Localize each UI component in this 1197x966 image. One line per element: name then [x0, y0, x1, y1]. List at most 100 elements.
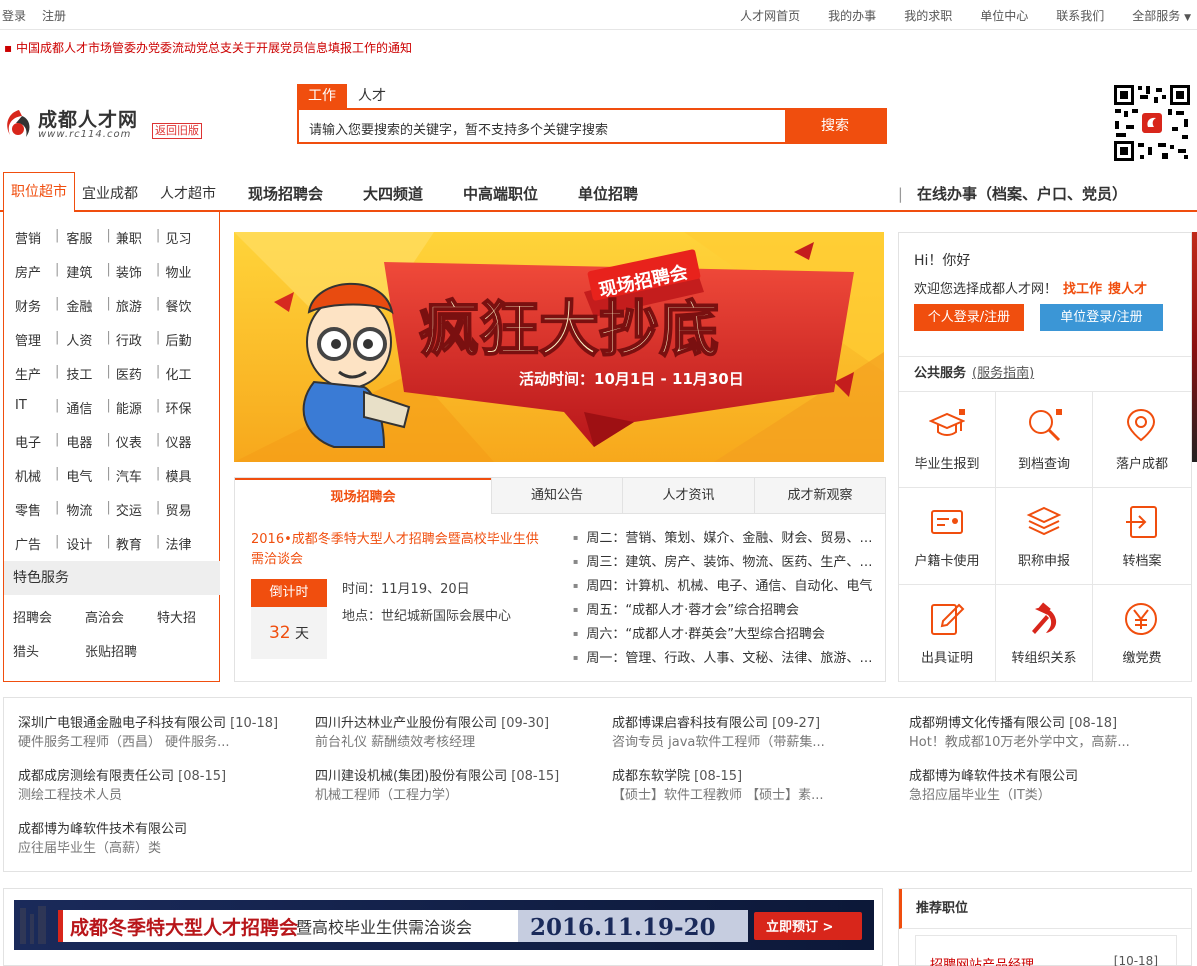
category-link[interactable]: 生产 | — [15, 364, 66, 398]
search-tab-job[interactable]: 工作 — [297, 84, 347, 108]
recommend-item[interactable]: 招聘网站产品经理 [10-18] — [915, 935, 1177, 966]
service-title-apply[interactable]: 职称申报 — [996, 488, 1093, 585]
featured-fair-link[interactable]: 招聘会 — [13, 607, 85, 626]
category-link[interactable]: 金融 | — [66, 296, 116, 330]
nav-item-talent-market[interactable]: 人才超市 — [160, 183, 216, 204]
service-graduate-report[interactable]: 毕业生报到 — [899, 391, 996, 488]
tab-notices[interactable]: 通知公告 — [491, 478, 622, 513]
notice-link[interactable]: ▪ 中国成都人才市场管委办党委流动党总支关于开展党员信息填报工作的通知 — [4, 39, 412, 56]
category-link[interactable]: 电器 | — [66, 432, 116, 466]
category-link[interactable]: 环保 — [165, 398, 215, 432]
company-item[interactable]: 成都博为峰软件技术有限公司 急招应届毕业生（IT类） — [909, 767, 1078, 805]
category-link[interactable]: 人资 | — [66, 330, 116, 364]
top-link-my-affairs[interactable]: 我的办事 — [828, 7, 876, 24]
event-title-link[interactable]: 2016•成都冬季特大型人才招聘会暨高校毕业生供需洽谈会 — [251, 530, 551, 570]
company-item[interactable]: 四川升达林业产业股份有限公司 [09-30] 前台礼仪 薪酬绩效考核经理 — [315, 714, 549, 752]
category-link[interactable]: 能源 | — [116, 398, 166, 432]
service-file-query[interactable]: 到档查询 — [996, 391, 1093, 488]
login-link[interactable]: 登录 — [2, 7, 26, 24]
tab-talent-news[interactable]: 人才资讯 — [622, 478, 754, 513]
search-tab-talent[interactable]: 人才 — [347, 84, 397, 108]
category-link[interactable]: 房产 | — [15, 262, 66, 296]
category-link[interactable]: 电气 | — [66, 466, 116, 500]
schedule-item[interactable]: 周一：管理、行政、人事、文秘、法律、旅游、餐饮 — [573, 647, 873, 671]
featured-gaoqia-link[interactable]: 高洽会 — [85, 607, 157, 626]
category-link[interactable]: 物流 | — [66, 500, 116, 534]
service-household-card[interactable]: 户籍卡使用 — [899, 488, 996, 585]
find-job-link[interactable]: 找工作 — [1063, 282, 1102, 297]
category-link[interactable]: 仪表 | — [116, 432, 166, 466]
tab-onsite-fair[interactable]: 现场招聘会 — [235, 478, 491, 515]
category-link[interactable]: 零售 | — [15, 500, 66, 534]
category-link[interactable]: IT | — [15, 398, 66, 432]
service-party-transfer[interactable]: 转组织关系 — [996, 585, 1093, 682]
company-item[interactable]: 成都博为峰软件技术有限公司 应往届毕业生（高薪）类 — [18, 820, 187, 858]
category-link[interactable]: 物业 — [165, 262, 215, 296]
service-transfer-file[interactable]: 转档案 — [1093, 488, 1191, 585]
featured-headhunter-link[interactable]: 猎头 — [13, 641, 85, 660]
company-login-button[interactable]: 单位登录/注册 — [1040, 304, 1163, 331]
company-item[interactable]: 四川建设机械(集团)股份有限公司 [08-15] 机械工程师（工程力学） — [315, 767, 559, 805]
service-settle-chengdu[interactable]: 落户成都 — [1093, 391, 1191, 488]
featured-super-fair-link[interactable]: 特大招 — [157, 607, 229, 626]
schedule-item[interactable]: 周五：“成都人才·蓉才会”综合招聘会 — [573, 599, 873, 623]
category-link[interactable]: 客服 | — [66, 228, 116, 262]
category-link[interactable]: 通信 | — [66, 398, 116, 432]
category-link[interactable]: 兼职 | — [116, 228, 166, 262]
service-guide-link[interactable]: (服务指南) — [972, 366, 1034, 381]
category-link[interactable]: 交运 | — [116, 500, 166, 534]
top-link-all-services[interactable]: 全部服务 ▼ — [1132, 7, 1191, 24]
schedule-item[interactable]: 周三：建筑、房产、装饰、物流、医药、生产、制造 — [573, 551, 873, 575]
promo-banner[interactable]: 现场招聘会 疯狂大抄底 活动时间：10月1日 - 11月30日 — [234, 232, 884, 462]
company-item[interactable]: 成都东软学院 [08-15] 【硕士】软件工程教师 【硕士】素... — [612, 767, 824, 805]
nav-job-market-tab[interactable]: 职位超市 — [3, 172, 75, 212]
featured-post-job-link[interactable]: 张贴招聘 — [85, 641, 157, 660]
category-link[interactable]: 装饰 | — [116, 262, 166, 296]
top-link-my-jobs[interactable]: 我的求职 — [904, 7, 952, 24]
register-link[interactable]: 注册 — [42, 7, 66, 24]
service-certificate[interactable]: 出具证明 — [899, 585, 996, 682]
tab-growth-observe[interactable]: 成才新观察 — [754, 478, 885, 513]
category-link[interactable]: 营销 | — [15, 228, 66, 262]
schedule-item[interactable]: 周六：“成都人才·群英会”大型综合招聘会 — [573, 623, 873, 647]
category-link[interactable]: 行政 | — [116, 330, 166, 364]
service-party-fee[interactable]: 缴党费 — [1093, 585, 1191, 682]
search-input[interactable]: 请输入您要搜索的关键字，暂不支持多个关键字搜索 — [309, 119, 608, 138]
category-link[interactable]: 仪器 — [165, 432, 215, 466]
category-link[interactable]: 贸易 — [165, 500, 215, 534]
category-link[interactable]: 餐饮 — [165, 296, 215, 330]
category-link[interactable]: 见习 — [165, 228, 215, 262]
old-version-link[interactable]: 返回旧版 — [152, 123, 202, 139]
schedule-item[interactable]: 周四：计算机、机械、电子、通信、自动化、电气 — [573, 575, 873, 599]
search-button[interactable]: 搜索 — [785, 110, 885, 142]
top-link-home[interactable]: 人才网首页 — [740, 7, 800, 24]
nav-online-services[interactable]: | 在线办事（档案、户口、党员） — [898, 183, 1127, 204]
category-link[interactable]: 机械 | — [15, 466, 66, 500]
site-logo[interactable]: 成都人才网 www.rc114.com 返回旧版 — [2, 105, 212, 143]
company-item[interactable]: 成都成房测绘有限责任公司 [08-15] 测绘工程技术人员 — [18, 767, 226, 805]
category-link[interactable]: 技工 | — [66, 364, 116, 398]
category-link[interactable]: 后勤 — [165, 330, 215, 364]
nav-item-yiye[interactable]: 宜业成都 — [82, 183, 138, 204]
category-link[interactable]: 医药 | — [116, 364, 166, 398]
category-link[interactable]: 电子 | — [15, 432, 66, 466]
find-talent-link[interactable]: 搜人才 — [1108, 282, 1147, 297]
category-link[interactable]: 建筑 | — [66, 262, 116, 296]
category-link[interactable]: 汽车 | — [116, 466, 166, 500]
category-link[interactable]: 化工 — [165, 364, 215, 398]
company-item[interactable]: 成都博课启睿科技有限公司 [09-27] 咨询专员 java软件工程师（带薪集..… — [612, 714, 825, 752]
category-link[interactable]: 旅游 | — [116, 296, 166, 330]
category-link[interactable]: 财务 | — [15, 296, 66, 330]
nav-item-senior-channel[interactable]: 大四频道 — [363, 183, 423, 204]
top-link-contact[interactable]: 联系我们 — [1056, 7, 1104, 24]
job-fair-ad-banner[interactable]: 成都冬季特大型人才招聘会 暨高校毕业生供需洽谈会 2016.11.19-20 立… — [14, 900, 874, 950]
nav-item-high-end-jobs[interactable]: 中高端职位 — [463, 183, 538, 204]
schedule-item[interactable]: 周二：营销、策划、媒介、金融、财会、贸易、商务 — [573, 527, 873, 551]
nav-item-onsite-fair[interactable]: 现场招聘会 — [248, 183, 323, 204]
search-box[interactable]: 请输入您要搜索的关键字，暂不支持多个关键字搜索 搜索 — [297, 108, 887, 144]
ad-book-button[interactable]: 立即预订 > — [766, 919, 833, 935]
category-link[interactable]: 模具 — [165, 466, 215, 500]
top-link-company-center[interactable]: 单位中心 — [980, 7, 1028, 24]
category-link[interactable]: 管理 | — [15, 330, 66, 364]
person-login-button[interactable]: 个人登录/注册 — [914, 304, 1024, 331]
